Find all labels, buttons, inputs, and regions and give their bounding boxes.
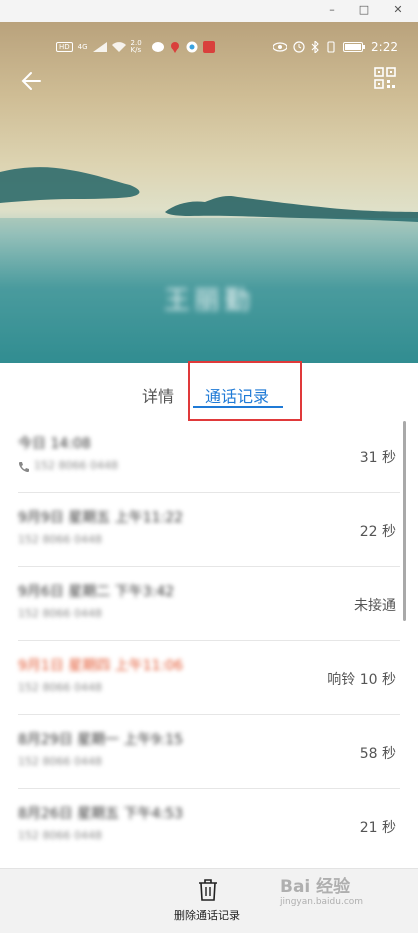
- call-number: 152 8066 0448: [18, 607, 102, 620]
- minimize-button[interactable]: –: [318, 0, 346, 22]
- qr-code-icon[interactable]: [374, 67, 396, 89]
- call-log-row[interactable]: 今日 14:08 152 8066 0448 31 秒: [0, 419, 418, 493]
- contact-name: 王丽勤: [163, 286, 254, 316]
- call-duration: 58 秒: [359, 746, 396, 762]
- window-titlebar: – □ ✕: [0, 0, 418, 22]
- watermark: Bai 经验 jingyan.baidu.com: [280, 872, 400, 922]
- tab-details[interactable]: 详情: [142, 383, 174, 407]
- status-time: 2:22: [371, 40, 398, 54]
- scrollbar[interactable]: [403, 421, 406, 621]
- chat-notification-icon: [151, 42, 164, 52]
- speed-indicator: 2.0 K/s: [130, 39, 142, 54]
- call-date: 今日 14:08: [18, 436, 91, 452]
- call-log-list[interactable]: 今日 14:08 152 8066 0448 31 秒 9月9日 星期五 上午1…: [0, 419, 418, 869]
- back-arrow-icon[interactable]: [18, 66, 48, 96]
- call-date: 9月9日 星期五 上午11:22: [18, 510, 184, 526]
- call-log-row[interactable]: 9月1日 星期四 上午11:06 152 8066 0448 响铃 10 秒: [0, 641, 418, 715]
- call-number: 152 8066 0448: [18, 755, 102, 768]
- call-duration: 31 秒: [359, 450, 396, 466]
- call-log-row[interactable]: 8月29日 星期一 上午9:15 152 8066 0448 58 秒: [0, 715, 418, 789]
- call-number: 152 8066 0448: [18, 681, 102, 694]
- wifi-icon: [111, 42, 126, 52]
- call-duration: 未接通: [354, 598, 396, 614]
- signal-icon: [92, 42, 107, 52]
- call-log-row[interactable]: 8月26日 星期五 下午4:53 152 8066 0448 21 秒: [0, 789, 418, 863]
- call-date: 9月6日 星期二 下午3:42: [18, 584, 175, 600]
- map-pin-icon: [170, 42, 179, 53]
- maximize-button[interactable]: □: [350, 0, 378, 22]
- vibrate-icon: [327, 41, 335, 53]
- call-date: 9月1日 星期四 上午11:06: [18, 658, 184, 674]
- call-log-row[interactable]: 9月6日 星期二 下午3:42 152 8066 0448 未接通: [0, 567, 418, 641]
- tab-bar: 详情 通话记录: [0, 361, 418, 421]
- call-date: 8月26日 星期五 下午4:53: [18, 806, 184, 822]
- browser-icon: [186, 41, 198, 53]
- annotation-highlight-box: [188, 361, 302, 421]
- battery-icon: [343, 42, 366, 52]
- news-app-icon: [202, 41, 215, 53]
- call-number: 152 8066 0448: [18, 829, 102, 842]
- bluetooth-icon: [311, 41, 319, 53]
- call-duration: 22 秒: [359, 524, 396, 540]
- outgoing-call-icon: [19, 462, 29, 472]
- close-button[interactable]: ✕: [384, 0, 412, 22]
- eye-icon: [273, 42, 288, 52]
- call-log-row[interactable]: 9月9日 星期五 上午11:22 152 8066 0448 22 秒: [0, 493, 418, 567]
- watermark-url: jingyan.baidu.com: [280, 897, 364, 907]
- trash-icon[interactable]: [197, 878, 219, 902]
- call-date: 8月29日 星期一 上午9:15: [18, 732, 184, 748]
- contact-header-background: HD 4G 2.0 K/s 2:22 王丽勤: [0, 22, 418, 363]
- watermark-logo: Bai 经验: [280, 877, 351, 897]
- call-number: 152 8066 0448: [18, 533, 102, 546]
- call-number: 152 8066 0448: [34, 459, 118, 472]
- network-indicator: 4G: [77, 43, 88, 51]
- status-bar: HD 4G 2.0 K/s 2:22: [0, 40, 418, 56]
- hd-indicator: HD: [56, 42, 73, 52]
- alarm-icon: [293, 41, 305, 53]
- call-duration: 响铃 10 秒: [327, 672, 396, 688]
- call-duration: 21 秒: [359, 820, 396, 836]
